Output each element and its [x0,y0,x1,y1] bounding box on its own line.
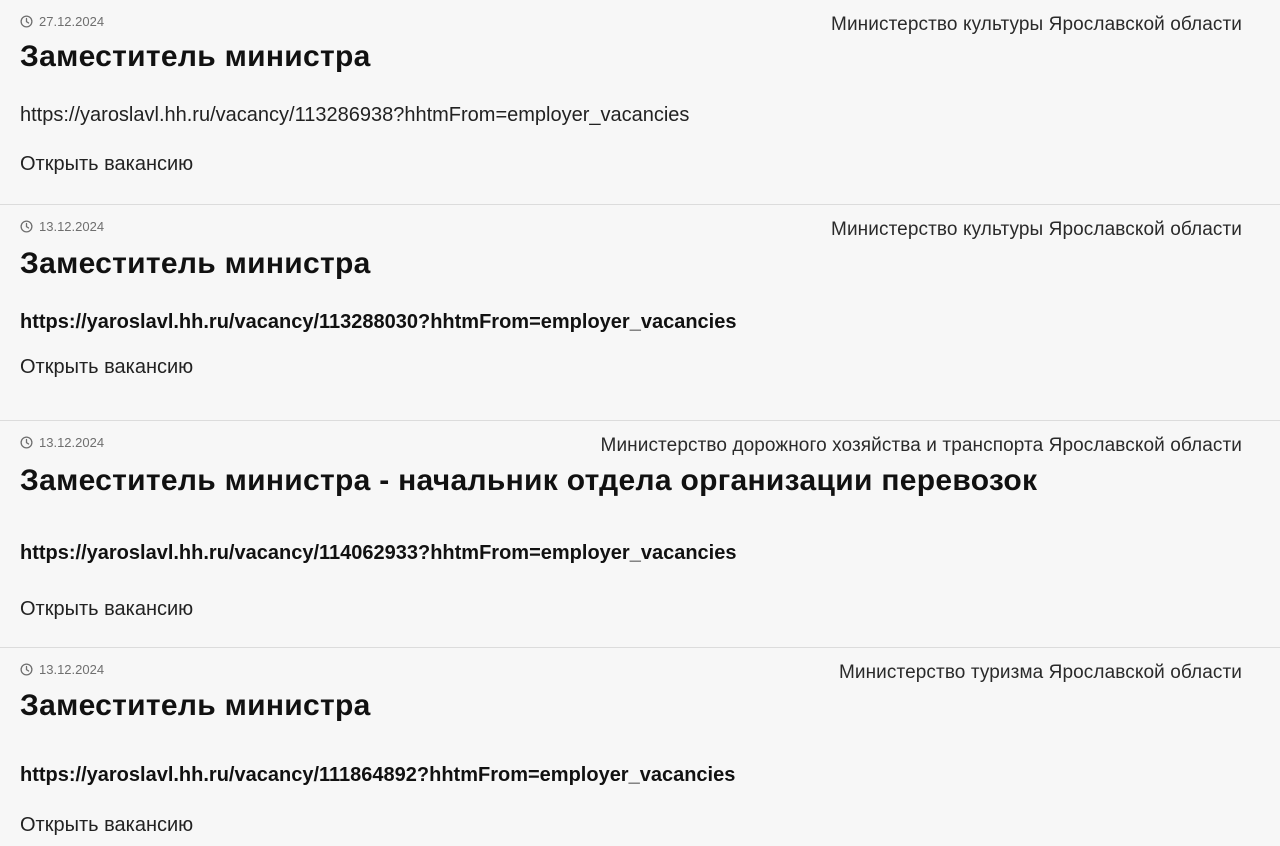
vacancy-url: https://yaroslavl.hh.ru/vacancy/11328693… [20,104,690,126]
vacancy-list: 27.12.2024 Министерство культуры Ярослав… [0,0,1280,846]
vacancy-title[interactable]: Заместитель министра [20,689,371,723]
open-vacancy-link[interactable]: Открыть вакансию [20,153,193,176]
vacancy-date-text: 27.12.2024 [39,14,105,29]
vacancy-title[interactable]: Заместитель министра - начальник отдела … [20,464,1037,498]
vacancy-url: https://yaroslavl.hh.ru/vacancy/11328803… [20,311,737,333]
open-vacancy-link[interactable]: Открыть вакансию [20,356,193,379]
vacancy-item: 27.12.2024 Министерство культуры Ярослав… [0,0,1280,205]
vacancy-title[interactable]: Заместитель министра [20,247,371,281]
vacancy-date: 13.12.2024 [20,662,104,677]
vacancy-title[interactable]: Заместитель министра [20,40,371,74]
vacancy-date-text: 13.12.2024 [39,435,105,450]
vacancy-date: 13.12.2024 [20,219,104,234]
clock-icon [20,436,33,449]
vacancy-item: 13.12.2024 Министерство дорожного хозяйс… [0,421,1280,648]
clock-icon [20,220,33,233]
vacancy-organization: Министерство туризма Ярославской области [838,662,1242,683]
vacancy-date-text: 13.12.2024 [39,219,105,234]
open-vacancy-link[interactable]: Открыть вакансию [20,814,193,837]
vacancy-organization: Министерство культуры Ярославской област… [831,219,1242,240]
vacancy-organization: Министерство культуры Ярославской област… [831,14,1242,35]
open-vacancy-link[interactable]: Открыть вакансию [20,598,193,621]
vacancy-date: 27.12.2024 [20,14,104,29]
vacancy-organization: Министерство дорожного хозяйства и транс… [600,435,1242,456]
vacancy-item: 13.12.2024 Министерство туризма Ярославс… [0,648,1280,846]
vacancy-date: 13.12.2024 [20,435,104,450]
clock-icon [20,663,33,676]
vacancy-url: https://yaroslavl.hh.ru/vacancy/11406293… [20,542,737,564]
clock-icon [20,15,33,28]
vacancy-date-text: 13.12.2024 [39,662,105,677]
vacancy-url: https://yaroslavl.hh.ru/vacancy/11186489… [20,764,736,786]
vacancy-item: 13.12.2024 Министерство культуры Ярослав… [0,205,1280,421]
